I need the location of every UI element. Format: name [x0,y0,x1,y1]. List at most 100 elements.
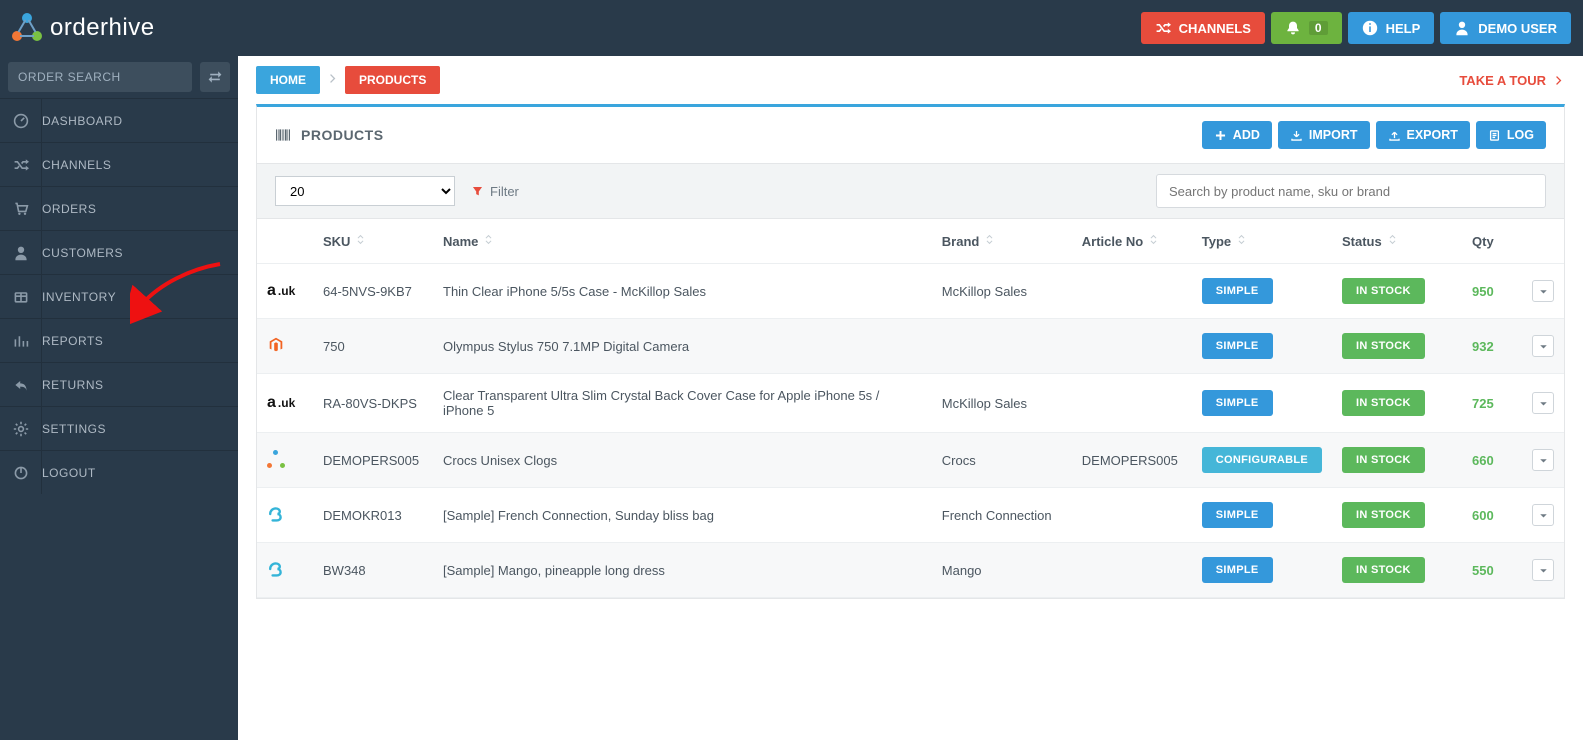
sidebar-item-channels[interactable]: CHANNELS [0,142,238,186]
user-label: DEMO USER [1478,21,1557,36]
col-type[interactable]: Type [1202,234,1231,249]
cell-qty: 660 [1472,453,1494,468]
cell-qty: 600 [1472,508,1494,523]
sort-icon[interactable] [1147,234,1160,249]
sort-icon[interactable] [482,234,495,249]
panel-title-label: PRODUCTS [301,127,384,143]
magento-icon [267,336,285,354]
type-badge: SIMPLE [1202,333,1273,359]
row-actions-button[interactable] [1532,449,1554,471]
amazon-uk-icon: a.uk [267,282,295,300]
settings-icon [0,407,42,450]
cell-brand: McKillop Sales [932,374,1072,433]
cell-article [1072,374,1192,433]
cell-name: Crocs Unisex Clogs [433,433,932,488]
page-size-select[interactable]: 20 [275,176,455,206]
cell-sku: BW348 [313,543,433,598]
cell-article [1072,264,1192,319]
row-actions-button[interactable] [1532,392,1554,414]
sort-icon[interactable] [1386,234,1399,249]
status-badge: IN STOCK [1342,502,1425,528]
col-qty: Qty [1472,234,1494,249]
table-row[interactable]: a.ukRA-80VS-DKPSClear Transparent Ultra … [257,374,1564,433]
brand-logo[interactable]: orderhive [12,13,155,43]
top-bar: orderhive CHANNELS 0 HELP DEMO USER [0,0,1583,56]
add-button[interactable]: ADD [1202,121,1272,149]
user-icon [1454,20,1470,36]
status-badge: IN STOCK [1342,557,1425,583]
table-row[interactable]: DEMOKR013[Sample] French Connection, Sun… [257,488,1564,543]
help-label: HELP [1386,21,1421,36]
logo-mark-icon [12,13,42,43]
log-label: LOG [1507,128,1534,142]
breadcrumb: HOME PRODUCTS TAKE A TOUR [238,56,1583,104]
user-menu-button[interactable]: DEMO USER [1440,12,1571,44]
order-search-swap-button[interactable] [200,62,230,92]
type-badge: SIMPLE [1202,390,1273,416]
log-button[interactable]: LOG [1476,121,1546,149]
type-badge: SIMPLE [1202,502,1273,528]
col-status[interactable]: Status [1342,234,1382,249]
filter-button[interactable]: Filter [471,184,519,199]
table-row[interactable]: DEMOPERS005Crocs Unisex ClogsCrocsDEMOPE… [257,433,1564,488]
barcode-icon [275,127,291,143]
sidebar-item-dashboard[interactable]: DASHBOARD [0,98,238,142]
col-brand[interactable]: Brand [942,234,980,249]
help-button[interactable]: HELP [1348,12,1435,44]
cell-brand: McKillop Sales [932,264,1072,319]
cell-article: DEMOPERS005 [1072,433,1192,488]
export-label: EXPORT [1407,128,1458,142]
col-article[interactable]: Article No [1082,234,1143,249]
order-search-input[interactable] [8,62,192,92]
sidebar-item-logout[interactable]: LOGOUT [0,450,238,494]
row-actions-button[interactable] [1532,559,1554,581]
cell-sku: DEMOPERS005 [313,433,433,488]
channels-button[interactable]: CHANNELS [1141,12,1265,44]
add-label: ADD [1233,128,1260,142]
sidebar-item-label: ORDERS [42,202,96,216]
cell-name: Olympus Stylus 750 7.1MP Digital Camera [433,319,932,374]
status-badge: IN STOCK [1342,278,1425,304]
take-a-tour-link[interactable]: TAKE A TOUR [1459,73,1565,88]
sort-icon[interactable] [354,234,367,249]
sort-icon[interactable] [1235,234,1248,249]
sidebar-item-settings[interactable]: SETTINGS [0,406,238,450]
orders-icon [0,187,42,230]
caret-down-icon [1537,509,1550,522]
cell-article [1072,319,1192,374]
cell-name: [Sample] French Connection, Sunday bliss… [433,488,932,543]
cell-article [1072,488,1192,543]
export-icon [1388,129,1401,142]
table-row[interactable]: 750Olympus Stylus 750 7.1MP Digital Came… [257,319,1564,374]
take-a-tour-label: TAKE A TOUR [1459,73,1546,88]
cell-article [1072,543,1192,598]
import-button[interactable]: IMPORT [1278,121,1370,149]
table-row[interactable]: BW348[Sample] Mango, pineapple long dres… [257,543,1564,598]
filter-label: Filter [490,184,519,199]
row-actions-button[interactable] [1532,335,1554,357]
col-name[interactable]: Name [443,234,478,249]
sidebar-item-inventory[interactable]: INVENTORY [0,274,238,318]
sidebar-item-customers[interactable]: CUSTOMERS [0,230,238,274]
bell-icon [1285,20,1301,36]
caret-down-icon [1537,285,1550,298]
row-actions-button[interactable] [1532,504,1554,526]
breadcrumb-home[interactable]: HOME [256,66,320,94]
table-row[interactable]: a.uk64-5NVS-9KB7Thin Clear iPhone 5/5s C… [257,264,1564,319]
cell-brand [932,319,1072,374]
sidebar-item-orders[interactable]: ORDERS [0,186,238,230]
row-actions-button[interactable] [1532,280,1554,302]
product-search-input[interactable] [1156,174,1546,208]
dashboard-icon [0,99,42,142]
col-sku[interactable]: SKU [323,234,350,249]
caret-down-icon [1537,454,1550,467]
sidebar-item-reports[interactable]: REPORTS [0,318,238,362]
notifications-button[interactable]: 0 [1271,12,1342,44]
logout-icon [0,451,42,494]
sidebar-item-label: REPORTS [42,334,103,348]
export-button[interactable]: EXPORT [1376,121,1470,149]
sidebar-item-returns[interactable]: RETURNS [0,362,238,406]
sort-icon[interactable] [983,234,996,249]
cell-qty: 950 [1472,284,1494,299]
status-badge: IN STOCK [1342,447,1425,473]
